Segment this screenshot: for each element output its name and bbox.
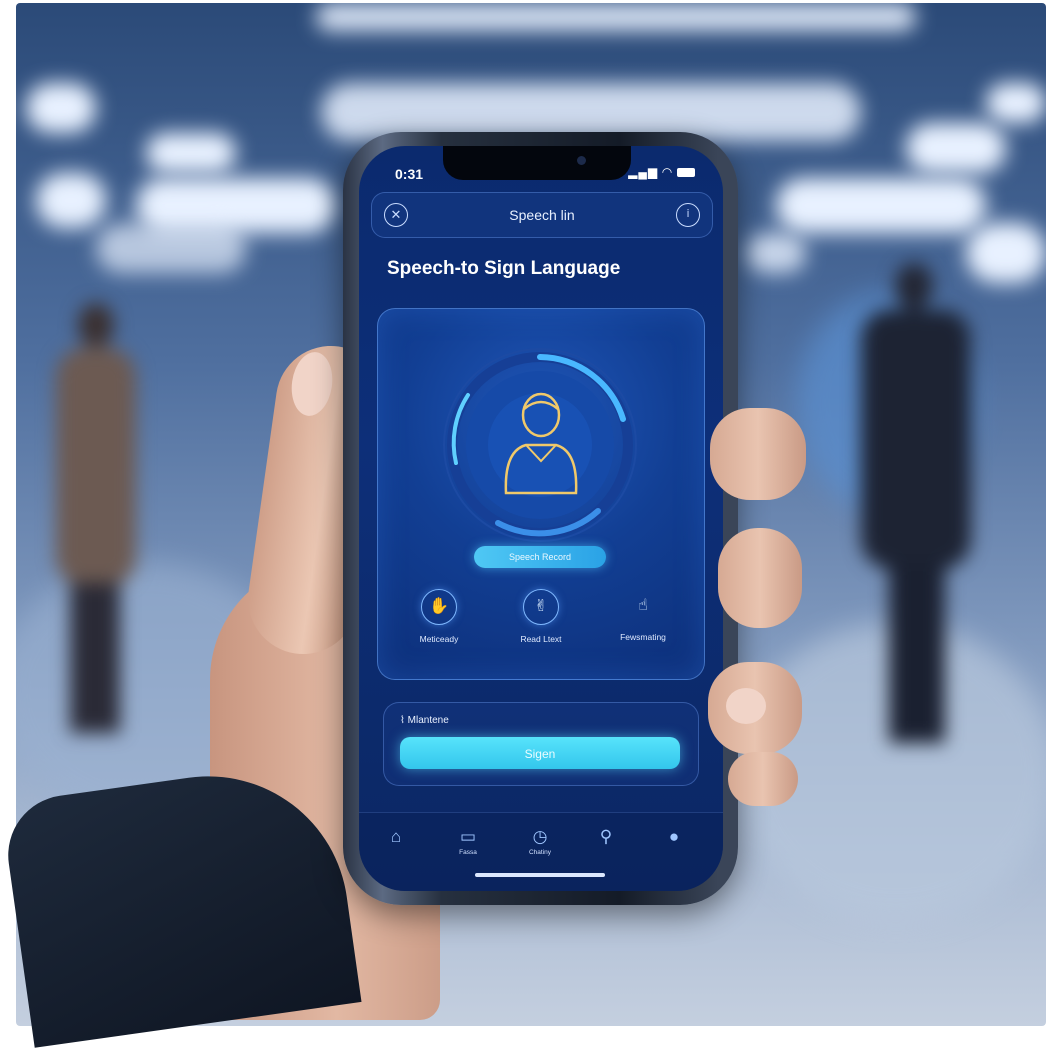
history-icon: ◷ bbox=[532, 827, 548, 846]
app-title: Speech lin bbox=[509, 207, 575, 223]
feature-label: Meticeady bbox=[419, 634, 459, 644]
nav-chat[interactable]: ▭ Fassa bbox=[443, 827, 493, 856]
home-icon: ⌂ bbox=[390, 827, 402, 846]
home-indicator bbox=[475, 873, 605, 877]
top-bar: ✕ Speech lin ⅰ bbox=[371, 192, 713, 238]
ceiling-light bbox=[96, 223, 246, 273]
chat-icon: ▭ bbox=[459, 827, 477, 846]
nav-home[interactable]: ⌂ bbox=[371, 827, 421, 849]
ceiling-light bbox=[986, 83, 1046, 123]
signal-icon: ▂▄▆ bbox=[628, 165, 659, 179]
person-avatar-icon bbox=[504, 392, 578, 495]
status-icons: ▂▄▆ ◠ bbox=[628, 165, 695, 179]
waveform-icon: ⌇ bbox=[400, 715, 408, 726]
mic-label-text: Mlantene bbox=[407, 715, 449, 726]
page-title: Speech-to Sign Language bbox=[387, 258, 621, 279]
mic-label: ⌇ Mlantene bbox=[400, 715, 449, 726]
sign-button[interactable]: Sigen bbox=[400, 737, 680, 769]
background-person bbox=[56, 303, 136, 733]
phone-screen: 0:31 ▂▄▆ ◠ ✕ Speech lin ⅰ Speech-to Sign… bbox=[359, 146, 723, 891]
ring-finger bbox=[708, 662, 802, 754]
feature-meticeady[interactable]: ✋ Meticeady bbox=[394, 589, 484, 644]
hands-icon: ✌ bbox=[523, 589, 559, 625]
ceiling-light bbox=[36, 173, 106, 228]
camera-icon bbox=[577, 156, 586, 165]
hand-sign-icon: ✋ bbox=[421, 589, 457, 625]
index-finger bbox=[710, 408, 806, 500]
ceiling-light bbox=[146, 133, 236, 173]
nav-label: Chatiny bbox=[528, 849, 552, 856]
gesture-icon: ☝ bbox=[638, 597, 648, 614]
notch bbox=[443, 146, 631, 180]
ceiling-light bbox=[316, 3, 916, 31]
ceiling-light bbox=[26, 83, 96, 133]
background-person bbox=[861, 263, 971, 743]
ceiling-light bbox=[906, 123, 1006, 173]
status-time: 0:31 bbox=[395, 166, 424, 182]
ceiling-light bbox=[966, 223, 1046, 283]
speech-record-button[interactable]: Speech Record bbox=[474, 546, 606, 568]
middle-finger bbox=[718, 528, 802, 628]
battery-icon bbox=[677, 168, 695, 178]
search-icon: ⚲ bbox=[599, 827, 613, 846]
nav-label: Fassa bbox=[459, 849, 477, 856]
feature-label: Fewsmating bbox=[620, 632, 666, 642]
little-finger bbox=[728, 752, 798, 806]
wifi-icon: ◠ bbox=[662, 165, 673, 179]
ceiling-light bbox=[746, 233, 806, 273]
feature-fewsmating[interactable]: ☝ Fewsmating bbox=[598, 589, 688, 642]
ceiling-light bbox=[776, 178, 986, 233]
nav-history[interactable]: ◷ Chatiny bbox=[515, 827, 565, 856]
info-icon[interactable]: ⅰ bbox=[676, 203, 700, 227]
translator-card: Speech Record ✋ Meticeady ✌ Read Ltext ☝… bbox=[377, 308, 705, 680]
feature-label: Read Ltext bbox=[520, 634, 562, 644]
nav-profile[interactable]: ● bbox=[649, 827, 699, 849]
nav-search[interactable]: ⚲ bbox=[581, 827, 631, 849]
feature-read-ltext[interactable]: ✌ Read Ltext bbox=[496, 589, 586, 644]
finger-nail bbox=[726, 688, 766, 724]
profile-icon: ● bbox=[668, 827, 680, 846]
mic-card: ⌇ Mlantene Sigen bbox=[383, 702, 699, 786]
bottom-nav: ⌂ ▭ Fassa ◷ Chatiny ⚲ ● bbox=[359, 812, 723, 891]
